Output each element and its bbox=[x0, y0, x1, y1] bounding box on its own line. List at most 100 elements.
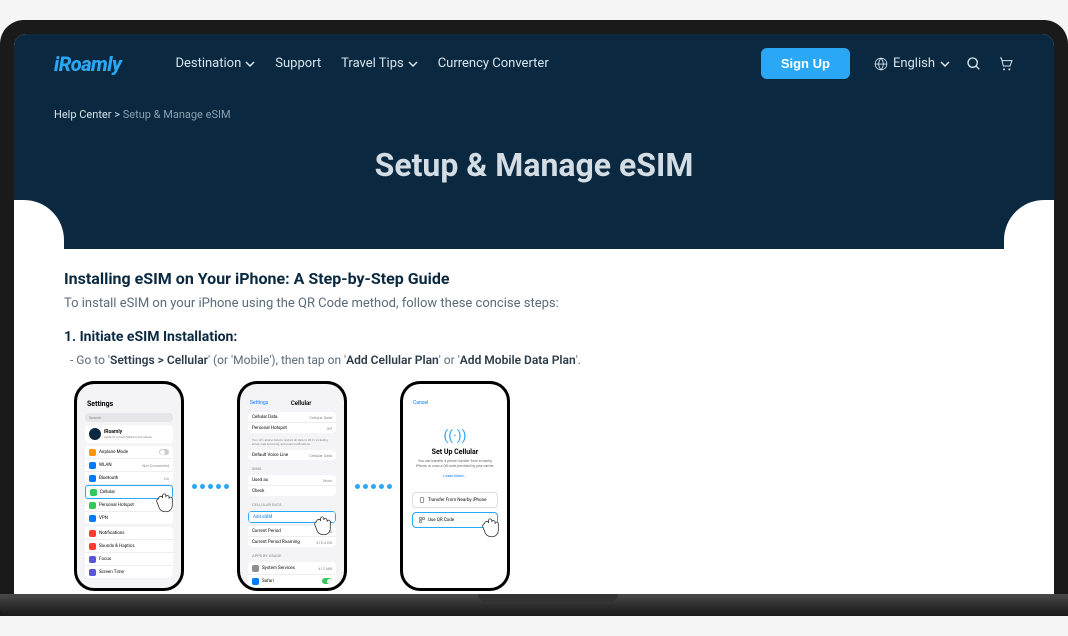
safari-icon bbox=[252, 578, 259, 585]
phone2-cellulardata: Cellular DataCellular Data bbox=[248, 412, 336, 423]
phone1-airplane: Airplane Mode bbox=[85, 446, 173, 459]
phone3-sub: You can transfer a phone number from a n… bbox=[407, 456, 503, 471]
cart-icon bbox=[998, 56, 1014, 72]
profile-avatar bbox=[89, 428, 101, 440]
breadcrumb-separator: > bbox=[114, 108, 120, 121]
phone1-list-2: Notifications Sounds & Haptics Focus Scr… bbox=[85, 527, 173, 578]
content-heading: Installing eSIM on Your iPhone: A Step-b… bbox=[64, 269, 1004, 288]
toggle-off bbox=[159, 449, 169, 455]
toggle-on bbox=[322, 578, 332, 584]
airplane-icon bbox=[89, 449, 96, 456]
nav-destination[interactable]: Destination bbox=[175, 56, 255, 71]
dots-connector bbox=[192, 484, 229, 489]
phone1-profile: iRoamly Apple ID, iCloud, Media & Purcha… bbox=[85, 425, 173, 443]
search-button[interactable] bbox=[966, 56, 982, 72]
laptop-frame: iRoamly Destination Support Travel Tips … bbox=[0, 20, 1068, 616]
hotspot-icon bbox=[89, 502, 96, 509]
phone2-note: Turn off cellular data to restrict all d… bbox=[244, 436, 340, 447]
dots-connector bbox=[355, 484, 392, 489]
phone1-wlan: WLANNot Connected bbox=[85, 459, 173, 472]
phone-icon bbox=[419, 497, 425, 503]
breadcrumb: Help Center > Setup & Manage eSIM bbox=[14, 93, 1054, 121]
intro-text: To install eSIM on your iPhone using the… bbox=[64, 296, 1004, 311]
phones-row: Settings Search iRoamly Apple ID, iCloud… bbox=[64, 381, 1004, 591]
phone2-screen: Settings Cellular Cellular DataCellular … bbox=[240, 384, 344, 588]
signup-button[interactable]: Sign Up bbox=[761, 48, 850, 79]
phone2-list-2: Default Voice LineCellular Data bbox=[248, 450, 336, 460]
phone3-transfer: Transfer From Nearby iPhone bbox=[412, 492, 498, 508]
sounds-icon bbox=[89, 543, 96, 550]
laptop-hinge-notch bbox=[478, 594, 618, 602]
phone2-roaming: Current Period Roaming415.4 KB bbox=[248, 537, 336, 547]
phone2-check: Check bbox=[248, 486, 336, 496]
phone3-screen: Cancel ((·)) Set Up Cellular You can tra… bbox=[403, 384, 507, 588]
main-content: Installing eSIM on Your iPhone: A Step-b… bbox=[14, 249, 1054, 594]
language-label: English bbox=[893, 56, 935, 71]
phone2-back: Settings bbox=[250, 400, 268, 407]
phone2-nav: Settings Cellular bbox=[244, 398, 340, 409]
screentime-icon bbox=[89, 569, 96, 576]
pointer-cursor-icon bbox=[478, 514, 504, 540]
step1-text: - Go to 'Settings > Cellular' (or 'Mobil… bbox=[64, 353, 1004, 367]
nav-travel-tips[interactable]: Travel Tips bbox=[341, 56, 418, 71]
phone1-search: Search bbox=[85, 413, 173, 422]
logo[interactable]: iRoamly bbox=[54, 52, 121, 76]
breadcrumb-current: Setup & Manage eSIM bbox=[123, 108, 231, 121]
hero-section: Help Center > Setup & Manage eSIM Setup … bbox=[14, 93, 1054, 249]
globe-icon bbox=[874, 57, 888, 71]
phone3-link: Learn More... bbox=[443, 473, 466, 478]
step1-title: 1. Initiate eSIM Installation: bbox=[64, 329, 1004, 345]
nav-currency[interactable]: Currency Converter bbox=[438, 56, 549, 71]
phone-mockup-1: Settings Search iRoamly Apple ID, iCloud… bbox=[74, 381, 184, 591]
cellular-icon bbox=[90, 489, 97, 496]
phone1-sounds: Sounds & Haptics bbox=[85, 540, 173, 553]
search-icon bbox=[966, 56, 982, 72]
nav-support[interactable]: Support bbox=[275, 56, 321, 71]
bluetooth-icon bbox=[89, 475, 96, 482]
phone2-apps-label: APPS BY USAGE bbox=[244, 550, 340, 559]
phone3-cancel: Cancel bbox=[407, 398, 503, 408]
phone2-list-3: Used asWork Check bbox=[248, 475, 336, 496]
phone2-list-6: System Services412 MB Safari bbox=[248, 562, 336, 587]
focus-icon bbox=[89, 556, 96, 563]
pointer-cursor-icon bbox=[310, 512, 336, 538]
main-nav: Destination Support Travel Tips Currency… bbox=[175, 56, 736, 71]
nav-destination-label: Destination bbox=[175, 56, 241, 71]
phone2-title: Cellular bbox=[291, 400, 312, 407]
phone2-system: System Services412 MB bbox=[248, 562, 336, 575]
phone-mockup-2: Settings Cellular Cellular DataCellular … bbox=[237, 381, 347, 591]
breadcrumb-help-center[interactable]: Help Center bbox=[54, 108, 112, 121]
language-selector[interactable]: English bbox=[874, 56, 950, 71]
phone1-notifications: Notifications bbox=[85, 527, 173, 540]
pointer-cursor-icon bbox=[152, 489, 178, 515]
phone2-defaultvoice: Default Voice LineCellular Data bbox=[248, 450, 336, 460]
phone1-title: Settings bbox=[81, 398, 177, 410]
header-right: English bbox=[874, 56, 1014, 72]
chevron-down-icon bbox=[408, 61, 418, 67]
phone2-data-label: CELLULAR DATA bbox=[244, 499, 340, 508]
antenna-icon: ((·)) bbox=[444, 428, 467, 444]
notifications-icon bbox=[89, 530, 96, 537]
nav-travel-tips-label: Travel Tips bbox=[341, 56, 404, 71]
chevron-down-icon bbox=[940, 61, 950, 67]
vpn-icon bbox=[89, 515, 96, 522]
cart-button[interactable] bbox=[998, 56, 1014, 72]
phone2-hotspot: Personal HotspotOff bbox=[248, 423, 336, 433]
chevron-down-icon bbox=[245, 61, 255, 67]
phone2-usedas: Used asWork bbox=[248, 475, 336, 486]
phone2-safari: Safari bbox=[248, 575, 336, 587]
laptop-screen: iRoamly Destination Support Travel Tips … bbox=[14, 34, 1054, 594]
qr-icon bbox=[419, 517, 425, 523]
page-title: Setup & Manage eSIM bbox=[14, 121, 1054, 219]
main-header: iRoamly Destination Support Travel Tips … bbox=[14, 34, 1054, 93]
phone1-screentime: Screen Time bbox=[85, 566, 173, 578]
profile-sub: Apple ID, iCloud, Media & Purchases bbox=[104, 435, 152, 439]
phone2-list-1: Cellular DataCellular Data Personal Hots… bbox=[248, 412, 336, 433]
phone2-sims-label: SIMS bbox=[244, 463, 340, 472]
phone-mockup-3: Cancel ((·)) Set Up Cellular You can tra… bbox=[400, 381, 510, 591]
phone1-focus: Focus bbox=[85, 553, 173, 566]
gear-icon bbox=[252, 565, 259, 572]
laptop-base bbox=[0, 594, 1068, 616]
wifi-icon bbox=[89, 462, 96, 469]
phone1-screen: Settings Search iRoamly Apple ID, iCloud… bbox=[77, 384, 181, 588]
